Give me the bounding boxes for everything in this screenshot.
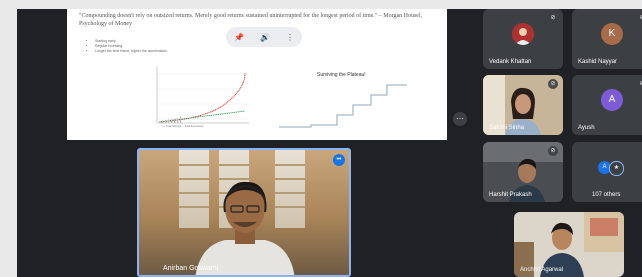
others-count: 107 others bbox=[592, 192, 621, 198]
speaking-indicator-icon: •• bbox=[333, 154, 345, 166]
avatar: A bbox=[601, 89, 623, 111]
mic-off-icon: ⊘ bbox=[637, 79, 642, 89]
speaker-video bbox=[195, 181, 295, 275]
more-options-button[interactable]: ⋯ bbox=[453, 112, 467, 126]
chart-legend: — Total Savings — Total Investment bbox=[163, 125, 204, 128]
slide-bullets: Starting early. Regular Investing. Longe… bbox=[87, 39, 168, 54]
participant-tile[interactable]: ⊘ Sakshi Sinha bbox=[483, 75, 563, 135]
meeting-window: "Compounding doesn't rely on outsized re… bbox=[17, 9, 642, 277]
active-speaker-tile[interactable]: •• Anirban Goswami bbox=[137, 148, 351, 277]
avatar: K bbox=[601, 23, 623, 45]
bullet-item: Longer the time frame, higher the accele… bbox=[95, 49, 168, 54]
participant-tile[interactable]: ⊘ A Ayush bbox=[572, 75, 642, 135]
presentation-toolbar: 📌 🔊 ⋮ bbox=[226, 27, 302, 47]
self-view-tile[interactable]: Anchhit Agarwal bbox=[514, 212, 624, 277]
speaker-name: Anirban Goswami bbox=[163, 265, 219, 272]
mic-off-icon: ⊘ bbox=[548, 146, 558, 156]
participant-name: Anchhit Agarwal bbox=[520, 267, 564, 273]
participant-name: Kashid Nayyar bbox=[578, 59, 618, 65]
plateau-stairs bbox=[279, 84, 407, 128]
pin-icon[interactable]: 📌 bbox=[234, 33, 244, 42]
participant-name: Sakshi Sinha bbox=[489, 125, 525, 131]
volume-icon[interactable]: 🔊 bbox=[260, 33, 270, 42]
participant-name: Ayush bbox=[578, 125, 595, 131]
slide-quote: "Compounding doesn't rely on outsized re… bbox=[79, 13, 423, 27]
avatar bbox=[512, 23, 534, 45]
others-tile[interactable]: A ★ 107 others bbox=[572, 142, 642, 202]
more-vert-icon[interactable]: ⋮ bbox=[286, 33, 294, 42]
mic-off-icon: ⊘ bbox=[637, 13, 642, 23]
participant-tile[interactable]: ⊘ K Kashid Nayyar bbox=[572, 9, 642, 69]
avatar: ★ bbox=[609, 161, 624, 176]
participant-tile[interactable]: ⊘ Harshit Prakash bbox=[483, 142, 563, 202]
participant-name: Vedank Khattan bbox=[489, 59, 532, 65]
mic-off-icon: ⊘ bbox=[548, 79, 558, 89]
participant-name: Harshit Prakash bbox=[489, 192, 532, 198]
mic-off-icon: ⊘ bbox=[548, 13, 558, 23]
participant-tile[interactable]: ⊘ Vedank Khattan bbox=[483, 9, 563, 69]
